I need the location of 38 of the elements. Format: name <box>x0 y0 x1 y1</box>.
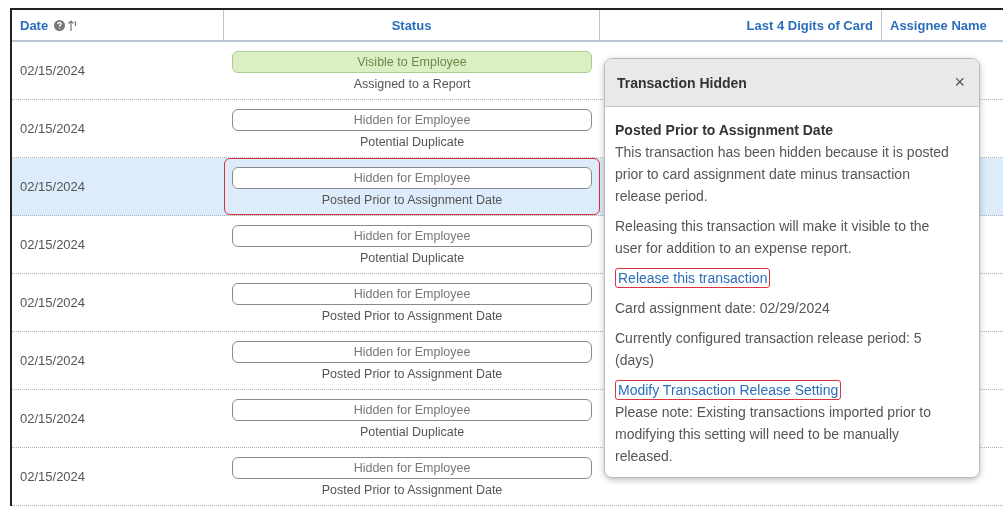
status-reason: Posted Prior to Assignment Date <box>321 482 503 497</box>
close-button[interactable]: × <box>952 72 967 93</box>
column-header[interactable]: Assignee Name <box>890 17 987 33</box>
status-reason: Posted Prior to Assignment Date <box>321 308 503 323</box>
popover-text: Releasing this transaction will make it visible to the user for addition to an expense report. <box>615 217 931 258</box>
status-badge[interactable]: Hidden for Employee <box>232 398 592 421</box>
date-cell: 02/15/2024 <box>20 179 86 194</box>
status-reason: Potential Duplicate <box>359 134 465 149</box>
popover-text: Card assignment date: 02/29/2024 <box>615 299 831 318</box>
status-badge[interactable]: Hidden for Employee <box>232 166 592 189</box>
status-reason: Posted Prior to Assignment Date <box>321 366 503 381</box>
status-reason: Potential Duplicate <box>359 250 465 265</box>
status-badge[interactable]: Hidden for Employee <box>232 456 592 479</box>
popover-link[interactable]: Release this transaction <box>615 268 771 288</box>
status-badge[interactable]: Hidden for Employee <box>232 340 592 363</box>
status-badge[interactable]: Hidden for Employee <box>232 224 592 247</box>
date-cell: 02/15/2024 <box>20 121 86 136</box>
date-cell: 02/15/2024 <box>20 295 86 310</box>
column-header[interactable]: Last 4 Digits of Card <box>746 17 873 33</box>
status-reason: Potential Duplicate <box>359 424 465 439</box>
popover-text: Currently configured transaction release period: 5 (days) <box>615 329 923 370</box>
column-header[interactable]: Status <box>391 17 432 33</box>
status-reason: Assigned to a Report <box>353 76 471 91</box>
status-badge[interactable]: Hidden for Employee <box>232 282 592 305</box>
sort-icon[interactable] <box>68 19 79 31</box>
date-cell: 02/15/2024 <box>20 469 86 484</box>
date-cell: 02/15/2024 <box>20 63 86 78</box>
date-cell: 02/15/2024 <box>20 237 86 252</box>
popover-title: Transaction Hidden <box>617 74 747 91</box>
status-reason: Posted Prior to Assignment Date <box>321 192 503 207</box>
column-header[interactable]: Date <box>20 17 49 33</box>
date-cell: 02/15/2024 <box>20 353 86 368</box>
status-badge[interactable]: Visible to Employee <box>232 50 592 73</box>
popover-heading: Posted Prior to Assignment Date <box>615 121 835 140</box>
date-cell: 02/15/2024 <box>20 411 86 426</box>
popover-link[interactable]: Modify Transaction Release Setting <box>615 380 842 400</box>
help-icon[interactable] <box>54 19 66 31</box>
status-badge[interactable]: Hidden for Employee <box>232 108 592 131</box>
